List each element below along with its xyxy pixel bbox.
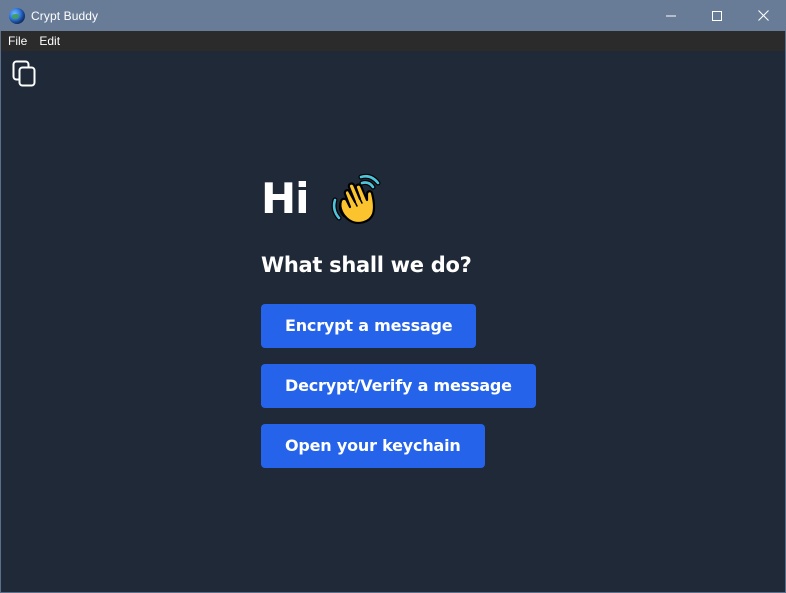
greeting-text: Hi (261, 174, 310, 223)
window-controls (648, 0, 786, 31)
subtitle: What shall we do? (261, 253, 472, 277)
copy-button[interactable] (12, 60, 38, 88)
menu-edit[interactable]: Edit (33, 31, 66, 51)
menu-bar: File Edit (1, 31, 785, 51)
action-row: Encrypt a message (261, 304, 561, 348)
open-keychain-button[interactable]: Open your keychain (261, 424, 485, 468)
minimize-icon (666, 15, 676, 16)
maximize-button[interactable] (694, 0, 740, 31)
title-bar[interactable]: Crypt Buddy (0, 0, 786, 31)
waving-hand-icon (331, 173, 381, 224)
app-window: Crypt Buddy File Edit Hi What shall we d… (0, 0, 786, 593)
close-icon (757, 10, 769, 21)
minimize-button[interactable] (648, 0, 694, 31)
action-row: Decrypt/Verify a message (261, 364, 561, 408)
menu-file[interactable]: File (1, 31, 33, 51)
close-button[interactable] (740, 0, 786, 31)
action-row: Open your keychain (261, 424, 561, 468)
encrypt-message-button[interactable]: Encrypt a message (261, 304, 477, 348)
copy-icon (12, 60, 36, 87)
greeting-row: Hi (261, 168, 561, 230)
globe-icon (9, 7, 25, 24)
main-content: Hi What shall we do? Encrypt a message D… (261, 168, 561, 468)
decrypt-verify-message-button[interactable]: Decrypt/Verify a message (261, 364, 536, 408)
window-title: Crypt Buddy (31, 8, 99, 23)
maximize-icon (712, 10, 722, 21)
